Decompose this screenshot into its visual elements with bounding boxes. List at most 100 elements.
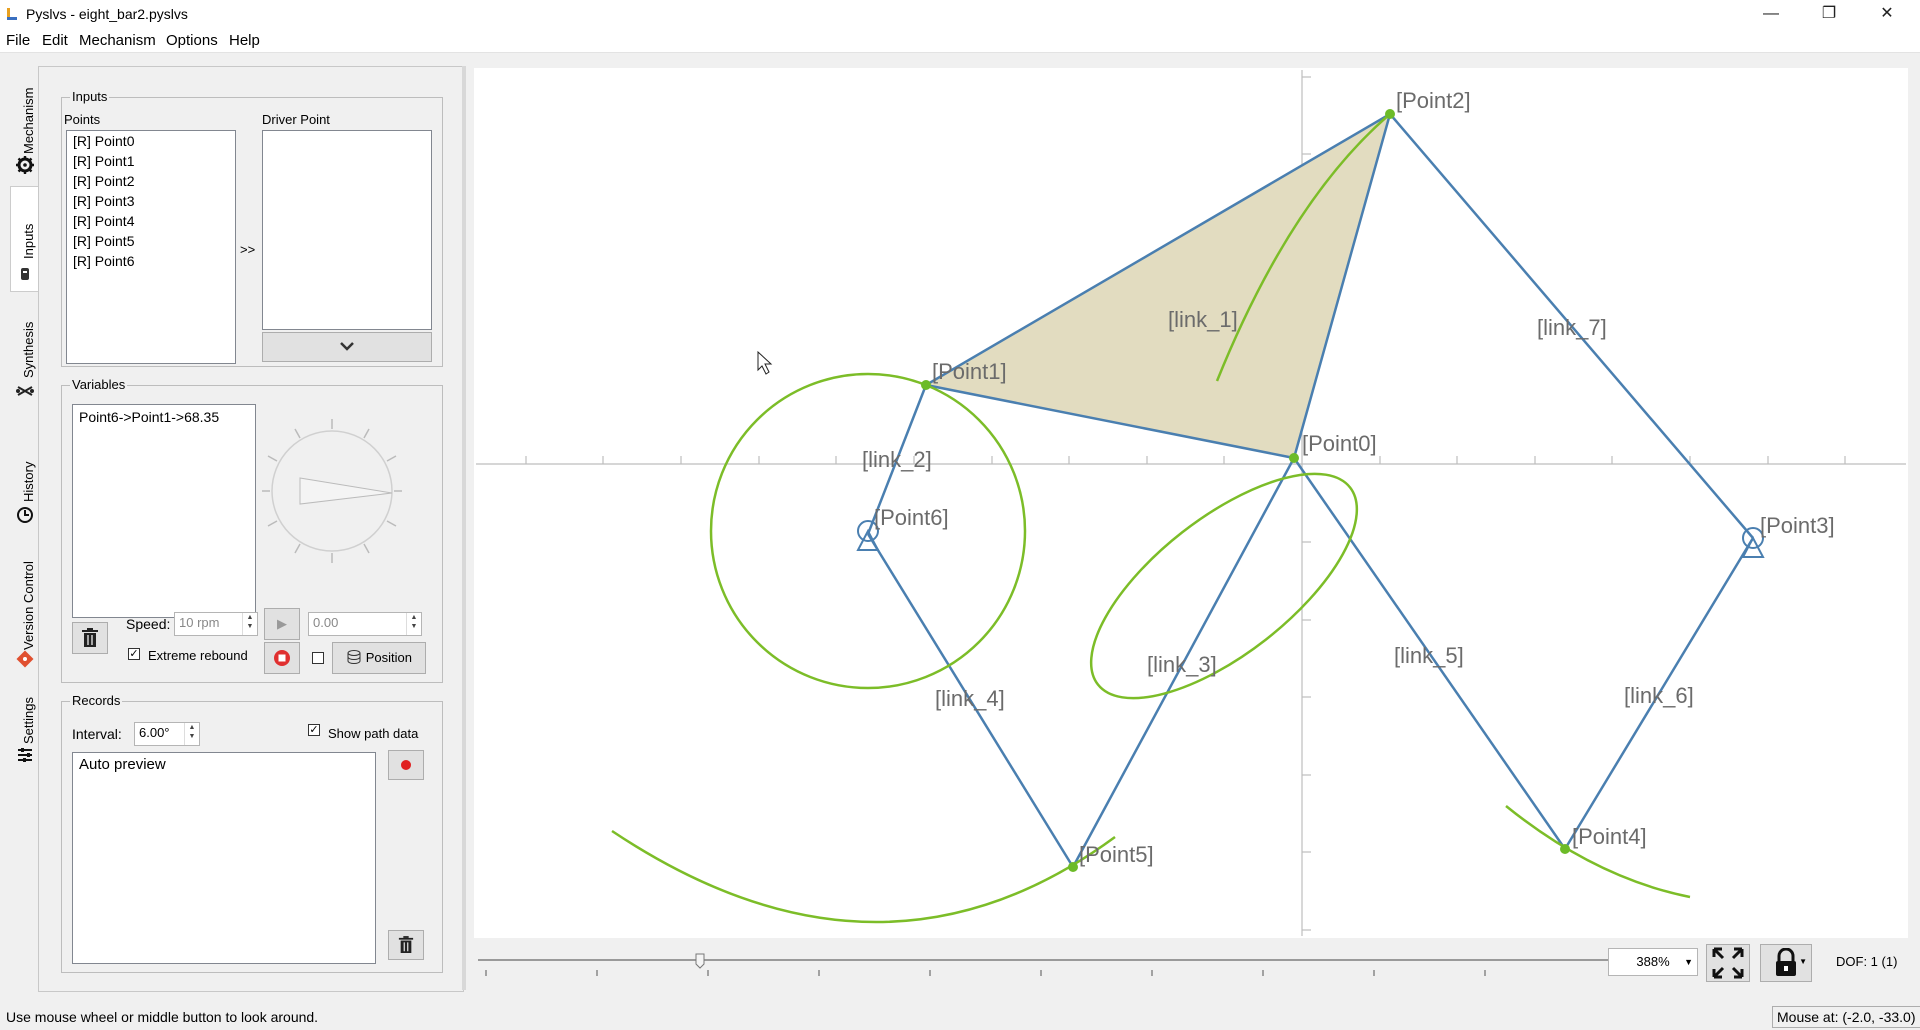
driver-point-list[interactable]: [262, 130, 432, 330]
link-6-label: [link_6]: [1624, 683, 1694, 708]
chevron-down-icon: [340, 342, 354, 351]
trash-icon: [82, 628, 98, 647]
gear-icon: [16, 156, 34, 174]
stop-button[interactable]: [264, 642, 300, 674]
restore-button[interactable]: ❐: [1806, 0, 1852, 28]
inputs-group: Inputs Points Driver Point [R] Point0 [R…: [61, 89, 443, 367]
variables-group-title: Variables: [70, 377, 128, 392]
point4-label: [Point4]: [1572, 824, 1647, 849]
point0-label: [Point0]: [1302, 431, 1377, 456]
list-item[interactable]: [R] Point2: [67, 171, 235, 191]
point1-label: [Point1]: [932, 359, 1007, 384]
slider-handle[interactable]: [695, 953, 705, 969]
minimize-button[interactable]: —: [1748, 0, 1794, 28]
speed-stepper[interactable]: 10 rpm ▲ ▼: [174, 612, 258, 636]
inputs-panel: Inputs Points Driver Point [R] Point0 [R…: [38, 66, 464, 992]
variables-list[interactable]: Point6->Point1->68.35: [72, 404, 256, 618]
point1-joint[interactable]: [921, 380, 931, 390]
speed-value: 10 rpm: [179, 615, 220, 630]
axes: [476, 70, 1906, 936]
lock-button[interactable]: ▼: [1760, 944, 1812, 982]
tab-synthesis-label: Synthesis: [21, 321, 36, 378]
spin-arrows[interactable]: ▲ ▼: [406, 613, 421, 635]
add-driver-button[interactable]: >>: [240, 242, 255, 257]
menu-mechanism[interactable]: Mechanism: [79, 32, 156, 49]
records-list[interactable]: Auto preview: [72, 752, 376, 964]
database-icon: [347, 650, 361, 665]
link-3-label: [link_3]: [1147, 652, 1217, 677]
delete-record-button[interactable]: [388, 930, 424, 960]
stop-icon: [274, 650, 290, 666]
mechanism-drawing[interactable]: [Point0] [Point1] [Point2] [Point3] [Poi…: [474, 68, 1908, 938]
expand-button[interactable]: [262, 332, 432, 362]
menu-file[interactable]: File: [6, 32, 30, 49]
title-bar: Pyslvs - eight_bar2.pyslvs — ❐ ✕: [0, 0, 1920, 28]
status-bar: Use mouse wheel or middle button to look…: [0, 1004, 1920, 1030]
panel-splitter[interactable]: [462, 66, 466, 990]
driver-point-label: Driver Point: [262, 112, 330, 127]
point3-label: [Point3]: [1760, 513, 1835, 538]
mouse-position: Mouse at: (-2.0, -33.0): [1772, 1006, 1920, 1028]
points-label: Points: [64, 112, 101, 127]
delete-variable-button[interactable]: [72, 622, 108, 654]
list-item[interactable]: Auto preview: [73, 753, 375, 775]
close-button[interactable]: ✕: [1864, 0, 1910, 28]
link-1-triangle[interactable]: [922, 111, 1393, 460]
menu-bar: File Edit Mechanism Options Help: [0, 28, 1920, 53]
angle-value: 0.00: [313, 615, 339, 630]
list-item[interactable]: [R] Point4: [67, 211, 235, 231]
ground-joints: [856, 520, 1765, 558]
play-button[interactable]: ▶: [264, 608, 300, 640]
spin-arrows[interactable]: ▲ ▼: [242, 613, 257, 635]
tab-history-label: History: [21, 461, 36, 502]
list-item[interactable]: Point6->Point1->68.35: [73, 405, 255, 427]
show-path-checkbox[interactable]: ✓: [308, 724, 320, 736]
point6-label: [Point6]: [874, 505, 949, 530]
point4-joint[interactable]: [1560, 844, 1570, 854]
point2-joint[interactable]: [1385, 109, 1395, 119]
show-path-label: Show path data: [328, 726, 419, 741]
list-item[interactable]: [R] Point5: [67, 231, 235, 251]
list-item[interactable]: [R] Point1: [67, 151, 235, 171]
menu-help[interactable]: Help: [229, 32, 260, 49]
point5-path[interactable]: [611, 829, 1116, 924]
record-checkbox[interactable]: [312, 652, 324, 664]
zoom-fit-icon: [1712, 947, 1744, 979]
record-button[interactable]: [388, 750, 424, 780]
spin-arrows[interactable]: ▲ ▼: [184, 723, 199, 745]
menu-edit[interactable]: Edit: [42, 32, 68, 49]
link-4-label: [link_4]: [935, 686, 1005, 711]
status-message: Use mouse wheel or middle button to look…: [6, 1009, 319, 1025]
angle-stepper[interactable]: 0.00 ▲ ▼: [308, 612, 422, 636]
trash-icon: [398, 936, 414, 953]
input-icon: [21, 268, 29, 280]
list-item[interactable]: [R] Point0: [67, 131, 235, 151]
point4-path[interactable]: [1505, 805, 1691, 899]
menu-options[interactable]: Options: [166, 32, 218, 49]
list-item[interactable]: [R] Point6: [67, 251, 235, 271]
variables-group: Variables Point6->Point1->68.35 Speed: 1…: [61, 377, 443, 683]
extreme-rebound-label: Extreme rebound: [148, 648, 248, 663]
zoom-value: 388%: [1636, 954, 1670, 969]
position-button[interactable]: Position: [332, 642, 426, 674]
zoom-to-fit-button[interactable]: [1706, 944, 1750, 982]
angle-dial[interactable]: [262, 416, 402, 566]
record-icon: [401, 760, 411, 770]
points-list[interactable]: [R] Point0 [R] Point1 [R] Point2 [R] Poi…: [66, 130, 236, 364]
tab-mechanism-label: Mechanism: [21, 87, 36, 154]
sliders-icon: [18, 748, 32, 762]
point5-label: [Point5]: [1079, 842, 1154, 867]
mechanism-canvas[interactable]: [Point0] [Point1] [Point2] [Point3] [Poi…: [474, 68, 1908, 938]
extreme-rebound-checkbox[interactable]: ✓: [128, 648, 140, 660]
synthesis-icon: [16, 386, 34, 396]
tab-inputs-label: Inputs: [21, 223, 36, 259]
interval-stepper[interactable]: 6.00° ▲ ▼: [134, 722, 200, 746]
interval-label: Interval:: [72, 726, 122, 742]
zoom-select[interactable]: 388% ▼: [1608, 948, 1698, 976]
list-item[interactable]: [R] Point3: [67, 191, 235, 211]
point5-joint[interactable]: [1068, 862, 1078, 872]
angle-slider[interactable]: [478, 952, 1676, 982]
point0-joint[interactable]: [1289, 453, 1299, 463]
records-group: Records Interval: 6.00° ▲ ▼ ✓ Show path d…: [61, 693, 443, 973]
dropdown-arrow-icon: ▼: [1799, 957, 1807, 966]
